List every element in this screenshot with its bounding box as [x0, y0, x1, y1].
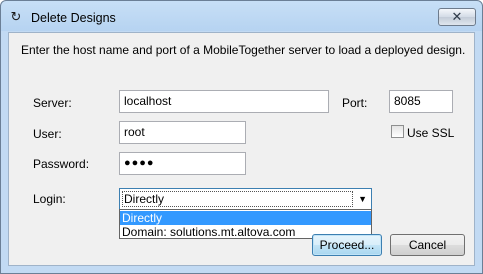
password-label: Password: [33, 157, 90, 171]
refresh-arrows-icon: ↻ [10, 9, 22, 24]
proceed-button[interactable]: Proceed... [312, 234, 382, 256]
use-ssl-checkbox[interactable] [391, 125, 404, 138]
delete-designs-dialog: ↻ Delete Designs ✕ Enter the host name a… [0, 0, 483, 274]
user-label: User: [33, 127, 62, 141]
dialog-body: Enter the host name and port of a Mobile… [8, 32, 475, 266]
title-bar[interactable]: ↻ Delete Designs ✕ [1, 1, 482, 33]
use-ssl-label[interactable]: Use SSL [407, 126, 454, 140]
port-label: Port: [342, 96, 368, 110]
login-select[interactable]: Directly ▼ [119, 188, 372, 210]
port-input[interactable]: 8085 [389, 90, 453, 113]
intro-text: Enter the host name and port of a Mobile… [21, 43, 466, 57]
login-label: Login: [33, 192, 66, 206]
server-input[interactable]: localhost [119, 90, 329, 113]
login-select-value: Directly [122, 191, 353, 207]
close-button[interactable]: ✕ [438, 8, 476, 26]
password-input[interactable]: ●●●● [119, 152, 246, 175]
dialog-title: Delete Designs [31, 11, 116, 25]
login-option-directly[interactable]: Directly [120, 211, 371, 225]
user-input[interactable]: root [119, 121, 246, 144]
chevron-down-icon[interactable]: ▼ [358, 192, 367, 206]
server-label: Server: [33, 96, 72, 110]
cancel-button[interactable]: Cancel [390, 234, 465, 256]
